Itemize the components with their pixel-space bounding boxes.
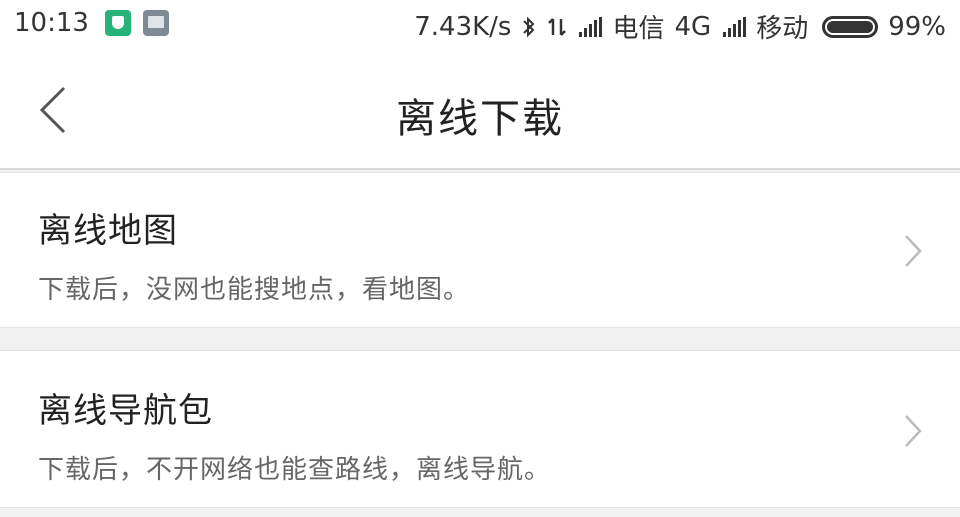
header: 离线下载 bbox=[0, 50, 960, 170]
security-shield-icon bbox=[104, 10, 131, 36]
battery-percent: 99% bbox=[888, 11, 946, 42]
data-transfer-icon bbox=[548, 17, 567, 36]
bluetooth-icon bbox=[523, 16, 535, 37]
network1-label: 4G bbox=[674, 11, 712, 42]
status-left: 10:13 bbox=[14, 8, 169, 38]
item-description: 下载后，没网也能搜地点，看地图。 bbox=[38, 275, 471, 305]
carrier1-label: 电信 bbox=[612, 14, 665, 44]
net-speed: 7.43K/s bbox=[414, 11, 512, 42]
status-bar: 10:13 7.43K/s 电信 4G 移动 99% bbox=[0, 0, 960, 50]
chevron-right-icon bbox=[905, 415, 922, 447]
item-title: 离线地图 bbox=[38, 211, 178, 251]
screen: 10:13 7.43K/s 电信 4G 移动 99% 离线下载 离线地图 下载后… bbox=[0, 0, 960, 517]
signal-icon bbox=[577, 16, 603, 37]
status-time: 10:13 bbox=[14, 8, 89, 38]
item-description: 下载后，不开网络也能查路线，离线导航。 bbox=[38, 455, 552, 485]
app-notification-icon bbox=[142, 10, 169, 36]
item-title: 离线导航包 bbox=[38, 391, 213, 431]
carrier2-label: 移动 bbox=[756, 14, 809, 44]
page-title: 离线下载 bbox=[396, 96, 564, 142]
status-right: 7.43K/s 电信 4G 移动 99% bbox=[404, 8, 946, 45]
chevron-right-icon bbox=[905, 235, 922, 267]
signal-icon bbox=[721, 16, 747, 37]
list-item-offline-navigation[interactable]: 离线导航包 下载后，不开网络也能查路线，离线导航。 bbox=[0, 350, 960, 508]
list-item-offline-map[interactable]: 离线地图 下载后，没网也能搜地点，看地图。 bbox=[0, 172, 960, 328]
battery-icon bbox=[822, 15, 879, 38]
